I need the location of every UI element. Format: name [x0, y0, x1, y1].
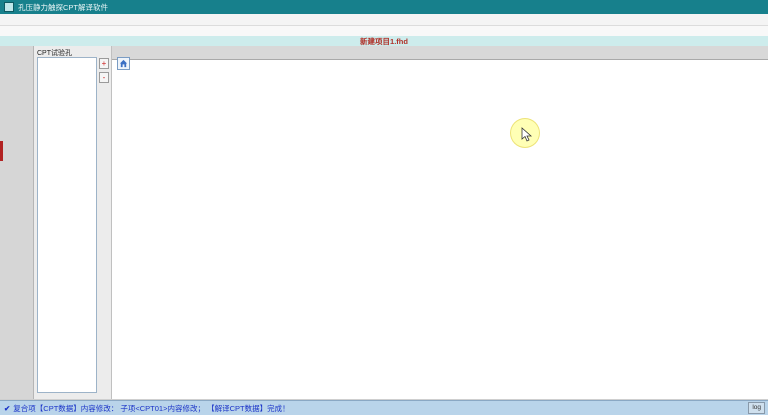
- main-area: CPT试验孔 + -: [0, 46, 768, 399]
- tab-bar: [112, 46, 768, 60]
- toolbar: [0, 26, 768, 36]
- document-filename: 新建项目1.fhd: [360, 36, 408, 47]
- chart-qtn: [119, 60, 278, 399]
- title-bar: 孔压静力触探CPT解译软件: [0, 0, 768, 14]
- app-window: { "window": { "title": "孔压静力触探CPT解译软件" }…: [0, 0, 768, 415]
- chart-ic: [278, 60, 440, 399]
- home-icon: [119, 59, 128, 68]
- chart-soil-class-qm-f: [441, 60, 603, 399]
- menu-bar: [0, 14, 768, 26]
- mouse-cursor-icon: [521, 127, 533, 143]
- window-title: 孔压静力触探CPT解译软件: [18, 2, 108, 13]
- remove-cpt-button[interactable]: -: [99, 72, 109, 83]
- log-button[interactable]: log: [748, 402, 765, 414]
- charts-area: [112, 60, 768, 399]
- status-message: 复合项【CPT数据】内容修改： 子项<CPT01>内容修改； 【解译CPT数据】…: [13, 403, 289, 414]
- cursor-highlight: [510, 118, 540, 148]
- document-bar: 新建项目1.fhd: [0, 36, 768, 46]
- app-icon: [4, 2, 14, 12]
- status-bar: ✔ 复合项【CPT数据】内容修改： 子项<CPT01>内容修改； 【解译CPT数…: [0, 400, 768, 415]
- chart-soil-class-qm-du2: [604, 60, 766, 399]
- home-reset-view-button[interactable]: [117, 57, 130, 70]
- cpt-panel: CPT试验孔 + -: [34, 46, 112, 399]
- content-area: [112, 46, 768, 399]
- edge-indicator: [0, 141, 3, 161]
- status-check-icon: ✔: [4, 404, 10, 413]
- add-cpt-button[interactable]: +: [99, 58, 109, 69]
- cpt-list[interactable]: [37, 57, 97, 393]
- nav-rail: [0, 46, 34, 399]
